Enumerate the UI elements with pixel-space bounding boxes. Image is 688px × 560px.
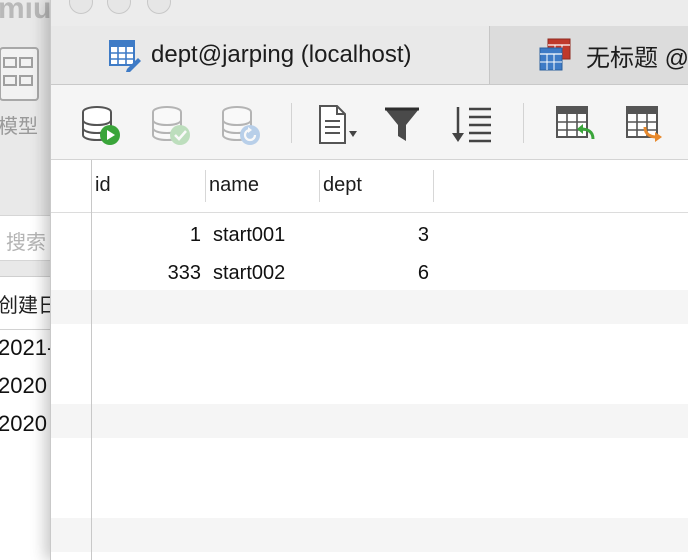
table-row[interactable]: 333 start002 6 xyxy=(51,254,688,292)
query-table-icon xyxy=(538,38,572,72)
column-divider[interactable] xyxy=(205,170,206,202)
toolbar-separator xyxy=(523,103,524,143)
data-grid: id name dept 1 start001 3 333 start002 6 xyxy=(51,160,688,560)
column-header-dept[interactable]: dept xyxy=(323,174,362,197)
cell-name[interactable]: start002 xyxy=(213,262,285,285)
column-divider[interactable] xyxy=(433,170,434,202)
cell-dept[interactable]: 3 xyxy=(418,224,429,247)
row-header-divider xyxy=(91,160,92,560)
tab-label: dept@jarping (localhost) xyxy=(151,41,412,68)
background-app-title: mium xyxy=(0,0,52,25)
cell-id[interactable]: 1 xyxy=(190,224,201,247)
commit-icon[interactable] xyxy=(149,103,193,147)
sort-icon[interactable] xyxy=(449,103,493,147)
column-divider[interactable] xyxy=(319,170,320,202)
model-label[interactable]: 模型 xyxy=(0,110,38,139)
table-editor-window: dept@jarping (localhost) 无标题 @ja xyxy=(50,0,688,560)
tab-dept-table[interactable]: dept@jarping (localhost) xyxy=(51,26,490,84)
search-placeholder: 搜索 xyxy=(6,232,46,254)
table-row[interactable]: 1 start001 3 xyxy=(51,216,688,254)
tab-bar: dept@jarping (localhost) 无标题 @ja xyxy=(51,26,688,85)
column-header-row: id name dept xyxy=(51,160,688,213)
import-icon[interactable] xyxy=(553,103,597,147)
row-stripe xyxy=(51,290,688,324)
background-search-input[interactable]: 搜索 xyxy=(0,215,52,261)
toolbar-separator xyxy=(291,103,292,143)
column-header-id[interactable]: id xyxy=(95,174,111,197)
model-icon xyxy=(0,44,40,109)
tab-label: 无标题 @ja xyxy=(586,44,688,72)
list-item[interactable]: 2021- xyxy=(0,335,52,361)
close-window-button[interactable] xyxy=(69,0,93,14)
begin-transaction-icon[interactable] xyxy=(79,103,123,147)
cell-id[interactable]: 333 xyxy=(168,262,201,285)
minimize-window-button[interactable] xyxy=(107,0,131,14)
cell-dept[interactable]: 6 xyxy=(418,262,429,285)
filter-icon[interactable] xyxy=(381,103,425,147)
background-list: 创建日 2021- 2020 2020 xyxy=(0,276,52,560)
toolbar xyxy=(51,85,688,160)
list-item[interactable]: 2020 xyxy=(0,411,47,437)
background-window: mium 模型 搜索 创建日 2021- 2020 2020 xyxy=(0,0,52,560)
row-stripe xyxy=(51,518,688,552)
table-edit-icon xyxy=(107,38,141,72)
export-icon[interactable] xyxy=(623,103,667,147)
rollback-icon[interactable] xyxy=(219,103,263,147)
column-header-name[interactable]: name xyxy=(209,174,259,197)
header-divider xyxy=(0,329,52,330)
zoom-window-button[interactable] xyxy=(147,0,171,14)
cell-name[interactable]: start001 xyxy=(213,224,285,247)
text-view-icon[interactable] xyxy=(315,103,359,147)
title-bar xyxy=(51,0,688,26)
list-item[interactable]: 2020 xyxy=(0,373,47,399)
tab-untitled-query[interactable]: 无标题 @ja xyxy=(490,26,688,84)
created-date-column-header[interactable]: 创建日 xyxy=(0,289,52,318)
row-stripe xyxy=(51,404,688,438)
